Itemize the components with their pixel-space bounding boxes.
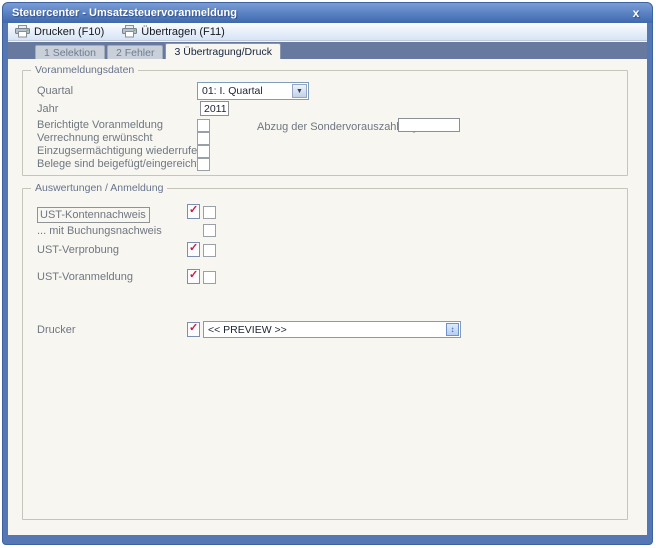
- quartal-row: Quartal 01: I. Quartal ▼: [23, 82, 627, 97]
- buchungsnachweis-checkbox[interactable]: [203, 224, 216, 237]
- verrechnung-label: Verrechnung erwünscht: [37, 132, 153, 144]
- berichtigte-label: Berichtigte Voranmeldung: [37, 119, 163, 131]
- group-title: Auswertungen / Anmeldung: [31, 182, 167, 194]
- tab-strip: 1 Selektion 2 Fehler 3 Übertragung/Druck: [8, 42, 647, 59]
- kontennachweis-label: UST-Kontennachweis: [37, 207, 150, 223]
- voranmeldung-checkbox[interactable]: [203, 271, 216, 284]
- tab-uebertragung-druck[interactable]: 3 Übertragung/Druck: [165, 43, 280, 59]
- tab-fehler[interactable]: 2 Fehler: [107, 45, 164, 59]
- quartal-combobox[interactable]: 01: I. Quartal ▼: [197, 82, 309, 100]
- group-title: Voranmeldungsdaten: [31, 64, 138, 76]
- buchungsnachweis-label: ... mit Buchungsnachweis: [37, 225, 162, 237]
- window-title: Steuercenter - Umsatzsteuervoranmeldung: [12, 7, 629, 19]
- report-check-icon[interactable]: [187, 322, 200, 337]
- kontennachweis-checkbox[interactable]: [203, 206, 216, 219]
- report-check-icon[interactable]: [187, 204, 200, 219]
- einzug-label: Einzugsermächtigung wiederrufen: [37, 145, 203, 157]
- close-icon[interactable]: x: [629, 7, 643, 19]
- drucker-combobox[interactable]: << PREVIEW >> ↕: [203, 321, 461, 338]
- toolbar: Drucken (F10) Übertragen (F11): [8, 23, 647, 41]
- title-bar: Steuercenter - Umsatzsteuervoranmeldung …: [3, 3, 652, 23]
- group-auswertungen-anmeldung: Auswertungen / Anmeldung UST-Kontennachw…: [22, 188, 628, 520]
- chevron-down-icon[interactable]: ▼: [292, 84, 307, 98]
- drucken-label: Drucken (F10): [34, 26, 104, 38]
- voranmeldung-row: UST-Voranmeldung: [23, 270, 627, 285]
- printer-icon: [122, 25, 137, 38]
- abzug-input[interactable]: [398, 118, 460, 132]
- voranmeldung-label: UST-Voranmeldung: [37, 271, 133, 283]
- jahr-input[interactable]: [200, 101, 229, 116]
- group-voranmeldungsdaten: Voranmeldungsdaten Quartal 01: I. Quarta…: [22, 70, 628, 176]
- steuercenter-window: Steuercenter - Umsatzsteuervoranmeldung …: [2, 2, 653, 545]
- verprobung-label: UST-Verprobung: [37, 244, 119, 256]
- report-check-icon[interactable]: [187, 242, 200, 257]
- verprobung-row: UST-Verprobung: [23, 243, 627, 258]
- belege-checkbox[interactable]: [197, 158, 210, 171]
- drucker-value: << PREVIEW >>: [208, 323, 444, 337]
- report-check-icon[interactable]: [187, 269, 200, 284]
- verprobung-checkbox[interactable]: [203, 244, 216, 257]
- up-down-arrow-icon[interactable]: ↕: [446, 323, 459, 336]
- tab-selektion[interactable]: 1 Selektion: [35, 45, 105, 59]
- drucken-button[interactable]: Drucken (F10): [12, 24, 107, 40]
- jahr-label: Jahr: [37, 103, 58, 115]
- quartal-value: 01: I. Quartal: [202, 84, 292, 99]
- tab-page-uebertragung-druck: Voranmeldungsdaten Quartal 01: I. Quarta…: [8, 59, 647, 535]
- uebertragen-button[interactable]: Übertragen (F11): [119, 24, 228, 40]
- printer-icon: [15, 25, 30, 38]
- belege-label: Belege sind beigefügt/eingereicht: [37, 158, 200, 170]
- kontennachweis-row: UST-Kontennachweis: [23, 206, 627, 221]
- window-body: Drucken (F10) Übertragen (F11) 1 Selekti…: [8, 23, 647, 535]
- drucker-label: Drucker: [37, 324, 76, 336]
- quartal-label: Quartal: [37, 85, 73, 97]
- jahr-row: Jahr: [23, 100, 627, 115]
- buchungsnachweis-row: ... mit Buchungsnachweis: [23, 224, 627, 239]
- belege-row: Belege sind beigefügt/eingereicht: [23, 157, 627, 172]
- drucker-row: Drucker << PREVIEW >> ↕: [23, 321, 627, 336]
- uebertragen-label: Übertragen (F11): [141, 26, 225, 38]
